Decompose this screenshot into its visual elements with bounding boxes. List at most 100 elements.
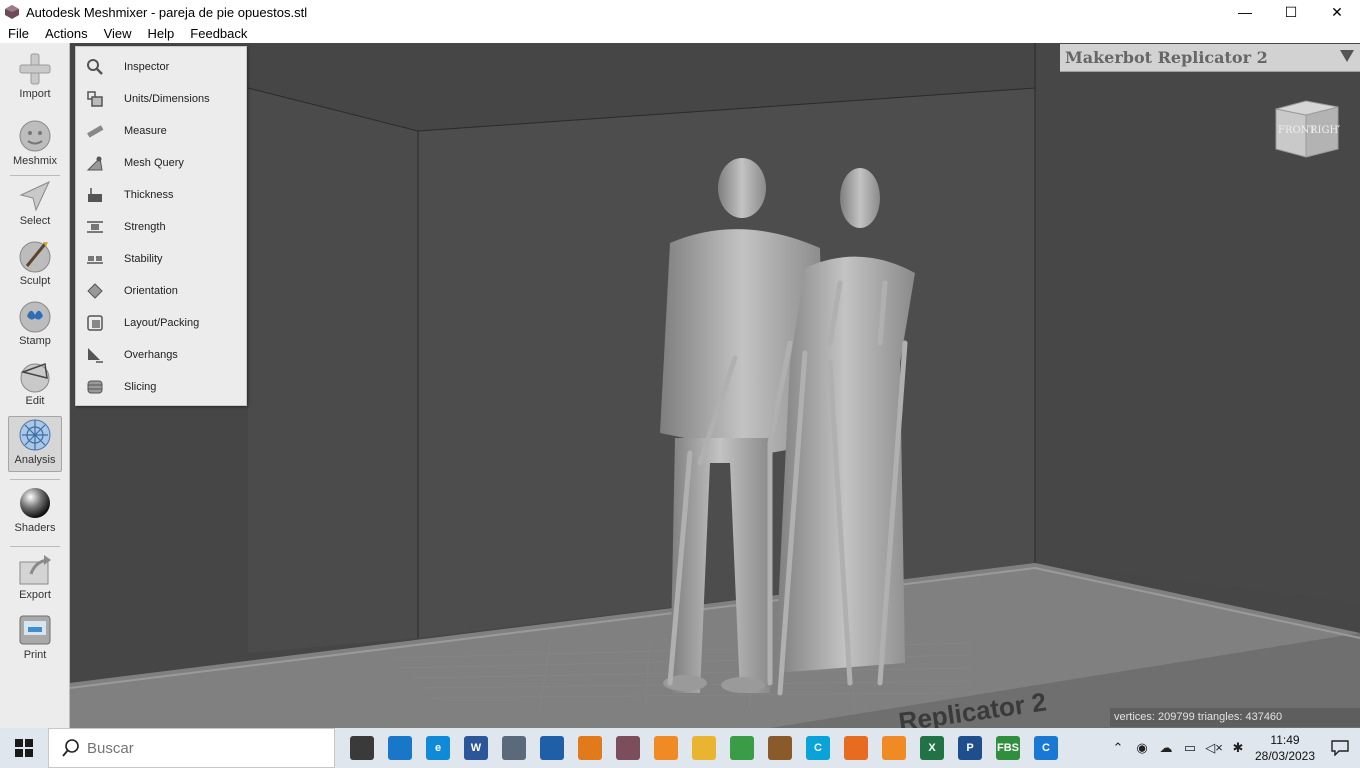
taskbar-app-excel[interactable]: X	[913, 728, 951, 768]
minimize-button[interactable]: —	[1222, 0, 1268, 24]
analysis-item-label: Orientation	[124, 285, 178, 297]
taskbar-app-edge[interactable]: e	[419, 728, 457, 768]
network-icon[interactable]: ▭	[1178, 728, 1202, 768]
taskbar-app-blender-2[interactable]	[875, 728, 913, 768]
menu-bar: File Actions View Help Feedback	[0, 24, 1360, 43]
menu-file[interactable]: File	[0, 24, 37, 43]
analysis-item-overhangs[interactable]: Overhangs	[76, 339, 246, 371]
taskbar-app-app-p[interactable]: P	[951, 728, 989, 768]
close-button[interactable]: ✕	[1314, 0, 1360, 24]
analysis-item-inspector[interactable]: Inspector	[76, 51, 246, 83]
export-tool[interactable]: Export	[8, 552, 62, 608]
import-tool[interactable]: Import	[8, 51, 62, 107]
taskbar-app-calculator[interactable]	[495, 728, 533, 768]
app-tray-icon[interactable]: ✱	[1226, 728, 1250, 768]
export-icon	[19, 555, 51, 585]
print-tool[interactable]: Print	[8, 612, 62, 668]
maximize-button[interactable]: ☐	[1268, 0, 1314, 24]
analysis-item-mesh-query[interactable]: Mesh Query	[76, 147, 246, 179]
analysis-item-label: Thickness	[124, 189, 174, 201]
volume-muted-icon[interactable]: ◁×	[1202, 728, 1226, 768]
taskbar-app-meshmixer[interactable]	[609, 728, 647, 768]
app-blue-3d-icon	[388, 736, 412, 760]
taskbar-app-app-figure[interactable]	[761, 728, 799, 768]
taskbar-app-app-c-cyan[interactable]: C	[799, 728, 837, 768]
notification-icon[interactable]	[1320, 728, 1360, 768]
taskbar-app-app-c-blue[interactable]: C	[1027, 728, 1065, 768]
taskbar-app-task-view[interactable]	[343, 728, 381, 768]
stamp-tool[interactable]: Stamp	[8, 298, 62, 354]
app-fbs-icon: FBS	[996, 736, 1020, 760]
analysis-item-layout[interactable]: Layout/Packing	[76, 307, 246, 339]
blender-2-icon	[882, 736, 906, 760]
analysis-item-stability[interactable]: Stability	[76, 243, 246, 275]
shaders-tool[interactable]: Shaders	[8, 485, 62, 541]
mesh-stats: vertices: 209799 triangles: 437460	[1110, 708, 1360, 727]
app-orange-box-icon	[578, 736, 602, 760]
taskbar-app-chrome[interactable]	[723, 728, 761, 768]
menu-view[interactable]: View	[96, 24, 140, 43]
taskbar-app-explorer[interactable]	[685, 728, 723, 768]
analysis-item-label: Units/Dimensions	[124, 93, 210, 105]
clock[interactable]: 11:49 28/03/2023	[1250, 732, 1320, 764]
ruler-icon	[87, 125, 104, 138]
window-controls: — ☐ ✕	[1222, 0, 1360, 24]
search-input[interactable]	[87, 739, 307, 757]
chevron-up-icon[interactable]: ⌃	[1106, 728, 1130, 768]
cloud-icon[interactable]: ☁	[1154, 728, 1178, 768]
print-label: Print	[23, 649, 47, 661]
menu-actions[interactable]: Actions	[37, 24, 96, 43]
clock-date: 28/03/2023	[1254, 749, 1316, 763]
select-label: Select	[19, 215, 51, 227]
meshmix-label: Meshmix	[12, 155, 57, 167]
analysis-label: Analysis	[14, 454, 56, 466]
export-label: Export	[19, 589, 51, 601]
slicing-icon	[87, 380, 103, 394]
analysis-item-label: Overhangs	[124, 349, 178, 361]
analysis-tool[interactable]: Analysis	[8, 416, 62, 472]
taskbar-app-word[interactable]: W	[457, 728, 495, 768]
search-icon	[62, 739, 79, 757]
taskbar-app-app-orange-box[interactable]	[571, 728, 609, 768]
app-c-cyan-icon: C	[806, 736, 830, 760]
start-button[interactable]	[0, 728, 48, 768]
analysis-item-units[interactable]: Units/Dimensions	[76, 83, 246, 115]
sculpt-tool[interactable]: Sculpt	[8, 238, 62, 294]
word-icon: W	[464, 736, 488, 760]
taskbar-app-app-orange-frame[interactable]	[837, 728, 875, 768]
stability-icon	[87, 256, 103, 264]
app-figure-icon	[768, 736, 792, 760]
taskbar-app-app-window[interactable]	[533, 728, 571, 768]
meshmix-icon	[19, 120, 51, 152]
analysis-item-orientation[interactable]: Orientation	[76, 275, 246, 307]
analysis-item-slicing[interactable]: Slicing	[76, 371, 246, 403]
edit-icon	[20, 362, 50, 393]
analysis-item-label: Layout/Packing	[124, 317, 200, 329]
clock-time: 11:49	[1270, 733, 1300, 747]
viewcube-right-label[interactable]: RIGHT	[1310, 125, 1340, 136]
window-title: Autodesk Meshmixer - pareja de pie opues…	[26, 4, 308, 20]
taskbar-app-blender[interactable]	[647, 728, 685, 768]
menu-help[interactable]: Help	[140, 24, 183, 43]
taskbar-app-app-fbs[interactable]: FBS	[989, 728, 1027, 768]
menu-feedback[interactable]: Feedback	[182, 24, 255, 43]
task-view-icon	[350, 736, 374, 760]
analysis-item-measure[interactable]: Measure	[76, 115, 246, 147]
taskbar-search[interactable]	[48, 728, 335, 768]
meshmix-tool[interactable]: Meshmix	[8, 118, 62, 174]
title-bar: Autodesk Meshmixer - pareja de pie opues…	[0, 0, 1360, 24]
app-p-icon: P	[958, 736, 982, 760]
layout-icon	[87, 315, 103, 331]
view-cube[interactable]: FRONT RIGHT	[1272, 97, 1340, 159]
sculpt-label: Sculpt	[19, 275, 51, 287]
select-tool[interactable]: Select	[8, 178, 62, 234]
taskbar-app-app-blue-3d[interactable]	[381, 728, 419, 768]
analysis-item-strength[interactable]: Strength	[76, 211, 246, 243]
printer-selector[interactable]: Makerbot Replicator 2	[1060, 44, 1360, 72]
analysis-item-label: Inspector	[124, 61, 170, 73]
3d-viewport[interactable]: Replicator 2	[70, 43, 1360, 728]
analysis-item-thickness[interactable]: Thickness	[76, 179, 246, 211]
import-label: Import	[19, 88, 51, 100]
edit-tool[interactable]: Edit	[8, 358, 62, 414]
meeting-icon[interactable]: ◉	[1130, 728, 1154, 768]
